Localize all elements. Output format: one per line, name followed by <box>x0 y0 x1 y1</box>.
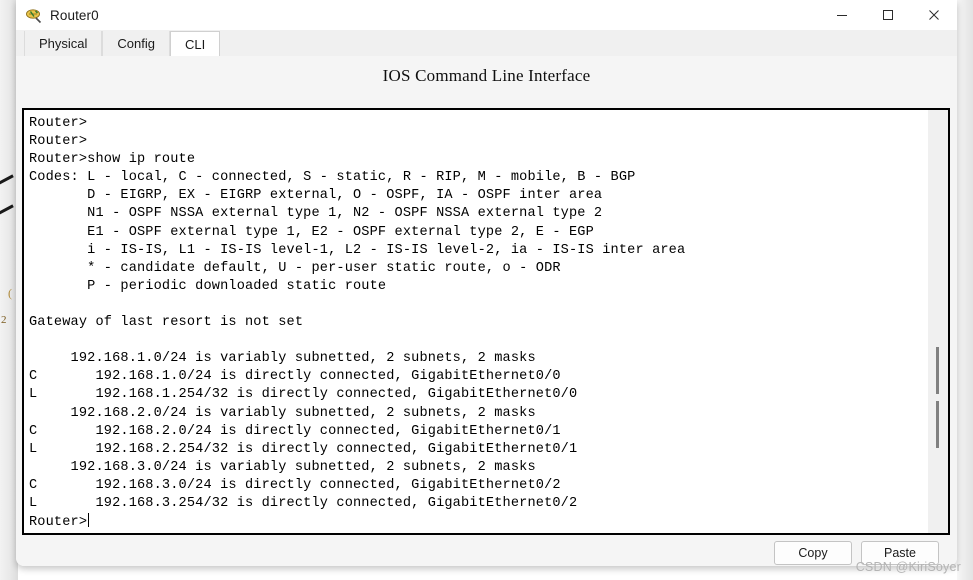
terminal-line: L 192.168.3.254/32 is directly connected… <box>29 495 578 511</box>
terminal-line: Router> <box>29 116 88 131</box>
maximize-icon[interactable] <box>865 0 911 30</box>
terminal-line: L 192.168.1.254/32 is directly connected… <box>29 387 578 403</box>
tab-cli[interactable]: CLI <box>170 31 221 56</box>
background-right-strip <box>957 0 973 580</box>
terminal-line: Router>show ip route <box>29 152 196 168</box>
terminal-line: D - EIGRP, EX - EIGRP external, O - OSPF… <box>29 188 603 204</box>
router-icon <box>25 7 42 24</box>
tab-bar: Physical Config CLI <box>16 30 957 56</box>
text-cursor <box>88 513 90 528</box>
terminal-scrollbar[interactable] <box>928 110 948 533</box>
terminal-line: N1 - OSPF NSSA external type 1, N2 - OSP… <box>29 206 603 222</box>
cli-heading: IOS Command Line Interface <box>382 66 591 85</box>
terminal-prompt-line[interactable]: Router> <box>29 513 928 531</box>
terminal-line: C 192.168.2.0/24 is directly connected, … <box>29 423 561 439</box>
terminal-frame: Router> Router> Router>show ip route Codes:… <box>22 108 950 535</box>
terminal-line: 192.168.1.0/24 is variably subnetted, 2 … <box>29 351 536 367</box>
background-paren-fragment: ( <box>8 286 12 300</box>
cli-panel: IOS Command Line Interface Router> Router… <box>16 56 957 566</box>
tab-config[interactable]: Config <box>102 31 170 56</box>
terminal-line: 192.168.3.0/24 is variably subnetted, 2 … <box>29 459 536 475</box>
scrollbar-thumb-upper[interactable] <box>936 347 939 394</box>
copy-button[interactable]: Copy <box>774 540 852 565</box>
terminal-line: C 192.168.1.0/24 is directly connected, … <box>29 369 561 385</box>
terminal-prompt: Router> <box>29 515 88 531</box>
button-row: Copy Paste <box>16 539 957 566</box>
terminal-line: C 192.168.3.0/24 is directly connected, … <box>29 477 561 493</box>
terminal-line: Router> <box>29 134 88 150</box>
watermark: CSDN @KiriSoyer <box>855 560 961 574</box>
title-bar[interactable]: Router0 <box>16 0 957 30</box>
terminal-line: L 192.168.2.254/32 is directly connected… <box>29 441 578 457</box>
terminal-line: P - periodic downloaded static route <box>29 278 387 294</box>
router-device-window: Router0 Physical Config CLI IOS Command … <box>16 0 957 566</box>
window-title: Router0 <box>50 7 99 23</box>
window-controls <box>819 0 957 30</box>
terminal-line: Gateway of last resort is not set <box>29 315 304 331</box>
terminal-line: Codes: L - local, C - connected, S - sta… <box>29 170 636 186</box>
terminal-output[interactable]: Router> Router> Router>show ip route Codes:… <box>24 110 928 533</box>
background-number-fragment: 2 <box>1 314 7 326</box>
terminal-line: i - IS-IS, L1 - IS-IS level-1, L2 - IS-I… <box>29 242 686 258</box>
terminal-line: 192.168.2.0/24 is variably subnetted, 2 … <box>29 405 536 421</box>
terminal-line: E1 - OSPF external type 1, E2 - OSPF ext… <box>29 224 594 240</box>
close-icon[interactable] <box>911 0 957 30</box>
tab-physical[interactable]: Physical <box>24 31 103 56</box>
scrollbar-thumb-lower[interactable] <box>936 401 939 448</box>
screen: ( 2 Router0 Physical Config CLI IOS Comm… <box>0 0 973 580</box>
terminal-line: * - candidate default, U - per-user stat… <box>29 260 561 276</box>
minimize-icon[interactable] <box>819 0 865 30</box>
